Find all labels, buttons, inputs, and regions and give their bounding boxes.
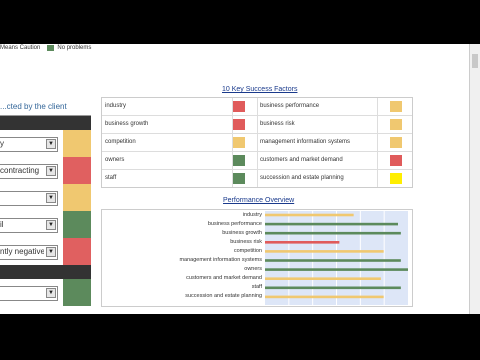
client-selection-table: y ▼ contracting ▼ ▼ il ▼ ntly negative ▼ ▼: [0, 115, 91, 306]
table-cell: [0, 116, 63, 130]
ksf-title[interactable]: 10 Key Success Factors: [222, 86, 297, 93]
performance-bar: [265, 213, 354, 217]
performance-bar: [265, 286, 401, 290]
selection-panel-title: ...cted by the client: [0, 102, 67, 111]
ksf-row: owners customers and market demand: [102, 152, 412, 170]
ksf-row: industry business performance: [102, 98, 412, 116]
performance-overview-chart: industry business performance business gro…: [101, 209, 413, 307]
performance-label: management information systems: [179, 257, 262, 263]
factor-label: owners: [105, 157, 125, 163]
client-answer-select[interactable]: ntly negative ▼: [0, 245, 58, 260]
factor-status-swatch: [390, 101, 402, 112]
client-answer-select[interactable]: il ▼: [0, 218, 58, 233]
chevron-down-icon[interactable]: ▼: [46, 288, 56, 298]
status-indicator: [63, 238, 91, 265]
factor-label: business risk: [260, 121, 295, 127]
factor-label: industry: [105, 103, 127, 109]
factor-status-swatch: [390, 173, 402, 184]
key-success-factors-table: industry business performance business gro…: [101, 97, 413, 188]
table-row: ntly negative ▼: [0, 238, 91, 265]
performance-bar: [265, 268, 408, 271]
legend-ok-label: No problems: [57, 45, 92, 51]
ksf-row: competition management information system…: [102, 134, 412, 152]
factor-label: competition: [105, 139, 136, 145]
performance-bar: [265, 295, 384, 299]
chevron-down-icon[interactable]: ▼: [46, 139, 56, 149]
legend-caution-label: Means Caution: [0, 45, 41, 51]
performance-overview-title[interactable]: Performance Overview: [223, 197, 294, 204]
table-cell: ▼: [0, 279, 63, 306]
factor-status-swatch: [233, 137, 245, 148]
table-row: ▼: [0, 184, 91, 211]
table-cell: ▼: [0, 184, 63, 211]
client-answer-select[interactable]: ▼: [0, 286, 58, 301]
client-answer-select[interactable]: ▼: [0, 191, 58, 206]
table-row: il ▼: [0, 211, 91, 238]
factor-label: staff: [105, 175, 117, 181]
factor-label: business growth: [105, 121, 149, 127]
table-cell: contracting ▼: [0, 157, 63, 184]
performance-bar: [265, 259, 401, 262]
web-page: Means Caution No problems ...cted by the…: [0, 44, 480, 314]
select-value: contracting: [0, 166, 40, 175]
letterbox-bottom: [0, 314, 480, 360]
factor-status-swatch: [233, 155, 245, 166]
table-header-row: [0, 116, 91, 130]
table-cell: il ▼: [0, 211, 63, 238]
status-indicator: [63, 157, 91, 184]
select-value: y: [0, 139, 4, 148]
client-answer-select[interactable]: y ▼: [0, 137, 58, 152]
performance-label: industry: [242, 211, 262, 218]
factor-label: succession and estate planning: [260, 175, 344, 181]
table-cell: y ▼: [0, 130, 63, 157]
chevron-down-icon[interactable]: ▼: [46, 193, 56, 203]
factor-label: business performance: [260, 103, 320, 109]
table-row: ▼: [0, 279, 91, 306]
performance-bar: [265, 277, 381, 280]
factor-status-swatch: [233, 119, 245, 130]
performance-bar: [265, 231, 401, 235]
chevron-down-icon[interactable]: ▼: [46, 220, 56, 230]
table-cell: [0, 265, 63, 279]
status-indicator: [63, 279, 91, 306]
performance-label: business performance: [207, 220, 262, 227]
factor-status-swatch: [233, 173, 245, 184]
performance-label: succession and estate planning: [185, 293, 262, 300]
factor-status-swatch: [390, 137, 402, 148]
legend-ok-swatch: [47, 45, 55, 51]
performance-label: customers and market demand: [186, 275, 262, 282]
select-value: il: [0, 220, 4, 229]
factor-status-swatch: [390, 155, 402, 166]
chevron-down-icon[interactable]: ▼: [46, 247, 56, 257]
table-cell: ntly negative ▼: [0, 238, 63, 265]
table-row: contracting ▼: [0, 157, 91, 184]
table-row: y ▼: [0, 130, 91, 157]
ksf-row: staff succession and estate planning: [102, 170, 412, 187]
vertical-scrollbar[interactable]: [469, 44, 480, 314]
factor-label: customers and market demand: [260, 157, 343, 163]
performance-label: business risk: [230, 238, 262, 245]
performance-label: staff: [251, 284, 262, 291]
table-header-row: [0, 265, 91, 279]
performance-bar: [265, 250, 384, 253]
performance-bar: [265, 241, 340, 244]
status-legend: Means Caution No problems: [0, 45, 91, 51]
performance-label: competition: [233, 247, 262, 254]
performance-label: owners: [244, 266, 262, 273]
scrollbar-thumb[interactable]: [472, 54, 478, 68]
performance-bar: [265, 222, 398, 226]
status-indicator: [63, 211, 91, 238]
status-indicator: [63, 130, 91, 157]
ksf-row: business growth business risk: [102, 116, 412, 134]
factor-status-swatch: [390, 119, 402, 130]
performance-label: business growth: [222, 229, 262, 236]
select-value: ntly negative: [0, 247, 44, 256]
client-answer-select[interactable]: contracting ▼: [0, 164, 58, 179]
factor-label: management information systems: [260, 139, 351, 145]
chevron-down-icon[interactable]: ▼: [46, 166, 56, 176]
factor-status-swatch: [233, 101, 245, 112]
status-indicator: [63, 184, 91, 211]
